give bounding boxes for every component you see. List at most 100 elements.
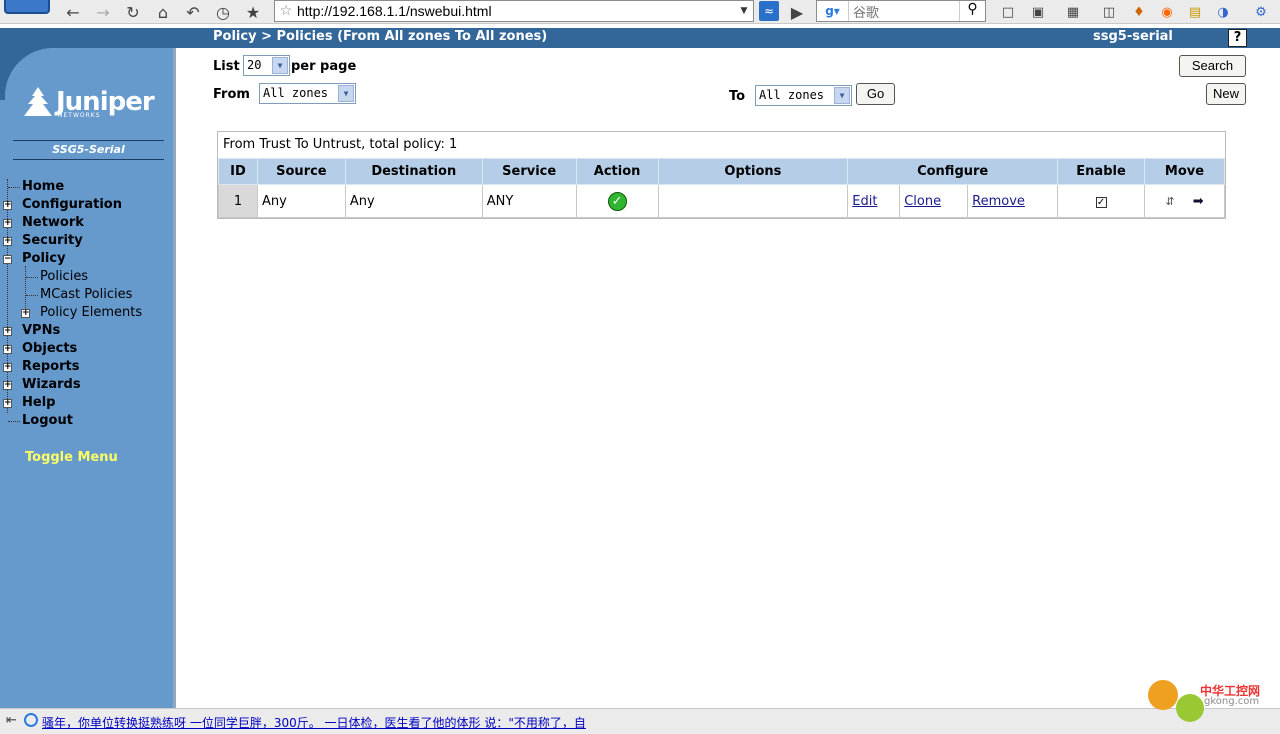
to-zone-value: All zones	[759, 88, 825, 102]
note-icon[interactable]: ▤	[1184, 1, 1206, 23]
remove-cell: Remove	[967, 184, 1059, 218]
menu-configuration[interactable]: Configuration	[22, 196, 122, 214]
menu-policy-elements[interactable]: Policy Elements	[40, 304, 142, 322]
watermark-domain: gkong.com	[1204, 696, 1260, 707]
policy-panel: From Trust To Untrust, total policy: 1 I…	[217, 131, 1226, 219]
chevron-down-icon[interactable]: ▼	[834, 87, 850, 104]
expand-icon[interactable]: +	[3, 201, 12, 210]
history-icon[interactable]: ◷	[212, 1, 234, 23]
gkong-watermark-logo: 中华工控网 gkong.com	[1140, 672, 1276, 732]
menu-logout[interactable]: Logout	[22, 412, 73, 430]
undo-icon[interactable]: ↶	[182, 1, 204, 23]
column-header-action: Action	[575, 158, 659, 185]
column-header-service: Service	[481, 158, 577, 185]
remove-link[interactable]: Remove	[972, 194, 1025, 209]
policy-table: ID Source Destination Service Action Opt…	[218, 158, 1226, 218]
back-icon[interactable]: ←	[62, 1, 84, 23]
divider	[13, 159, 164, 160]
menu-home[interactable]: Home	[22, 178, 64, 196]
expand-icon[interactable]: +	[3, 327, 12, 336]
menu-security[interactable]: Security	[22, 232, 83, 250]
go-arrow-icon[interactable]: ▶	[786, 1, 808, 23]
browser-toolbar: ← → ↻ ⌂ ↶ ◷ ★ ☆ http://192.168.1.1/nsweb…	[0, 0, 1280, 24]
favorite-star-icon[interactable]: ☆	[275, 3, 297, 19]
help-button[interactable]: ?	[1228, 29, 1247, 47]
status-back-icon[interactable]: ⇤	[6, 713, 17, 728]
tool-icon-1[interactable]: □	[997, 1, 1019, 23]
go-button[interactable]: Go	[856, 83, 895, 105]
chevron-down-icon[interactable]: ▼	[272, 57, 288, 74]
settings-icon[interactable]: ⚙	[1250, 1, 1272, 23]
url-text[interactable]: http://192.168.1.1/nswebui.html	[297, 3, 735, 19]
enable-checkbox[interactable]: ✓	[1095, 196, 1107, 208]
from-label: From	[213, 87, 250, 102]
move-arrow-icon[interactable]: ➡	[1193, 194, 1204, 209]
expand-icon[interactable]: +	[3, 363, 12, 372]
search-input[interactable]: 谷歌	[849, 2, 959, 21]
collapse-icon[interactable]: −	[3, 255, 12, 264]
menu-mcast-policies[interactable]: MCast Policies	[40, 286, 132, 304]
menu-help[interactable]: Help	[22, 394, 55, 412]
new-button[interactable]: New	[1206, 83, 1246, 105]
menu-policy[interactable]: Policy	[22, 250, 66, 268]
expand-icon[interactable]: +	[3, 345, 12, 354]
juniper-tree-icon	[24, 87, 52, 116]
to-label: To	[729, 89, 746, 104]
chevron-down-icon[interactable]: ▼	[338, 85, 354, 102]
menu-network[interactable]: Network	[22, 214, 84, 232]
search-button[interactable]: Search	[1179, 55, 1246, 77]
column-header-move: Move	[1143, 158, 1226, 185]
home-icon[interactable]: ⌂	[152, 1, 174, 23]
translate-icon[interactable]: ▦	[1062, 1, 1084, 23]
menu-wizards[interactable]: Wizards	[22, 376, 81, 394]
expand-icon[interactable]: +	[3, 381, 12, 390]
move-swap-icon[interactable]: ⇵	[1165, 195, 1174, 208]
policy-action: ✓	[575, 184, 659, 218]
search-bar[interactable]: g▾ 谷歌 ⚲	[816, 0, 986, 22]
to-zone-select[interactable]: All zones ▼	[755, 85, 852, 106]
expand-icon[interactable]: +	[3, 237, 12, 246]
brand-subtitle: NETWORKS	[58, 112, 101, 119]
device-model: SSG5-Serial	[52, 143, 125, 156]
sidebar: Juniper NETWORKS SSG5-Serial Home + Conf…	[0, 48, 176, 708]
from-zone-select[interactable]: All zones ▼	[259, 83, 356, 104]
screenshot-icon[interactable]: ▣	[1027, 1, 1049, 23]
expand-icon[interactable]: +	[3, 399, 12, 408]
column-header-configure: Configure	[847, 158, 1059, 185]
gear-icon	[1148, 680, 1178, 710]
forward-icon[interactable]: →	[92, 1, 114, 23]
juniper-logo: Juniper NETWORKS	[20, 86, 155, 119]
edit-link[interactable]: Edit	[852, 194, 877, 209]
policy-source: Any	[256, 184, 346, 218]
sidebar-toggle-icon[interactable]: ◑	[1212, 1, 1234, 23]
list-count-select[interactable]: 20 ▼	[243, 55, 290, 76]
menu-policies[interactable]: Policies	[40, 268, 88, 286]
enable-cell: ✓	[1057, 184, 1145, 218]
clone-link[interactable]: Clone	[904, 194, 941, 209]
tag-icon[interactable]: ♦	[1128, 1, 1150, 23]
zoom-icon[interactable]: ◫	[1098, 1, 1120, 23]
policy-destination: Any	[344, 184, 483, 218]
device-name: ssg5-serial	[1093, 29, 1173, 44]
menu-objects[interactable]: Objects	[22, 340, 77, 358]
rss-icon[interactable]: ◉	[1156, 1, 1178, 23]
column-header-id: ID	[218, 158, 258, 185]
status-message-link[interactable]: 骚年，你单位转换挺熟练呀 一位同学巨胖，300斤。 一日体检，医生看了他的体形 …	[42, 714, 586, 731]
feed-icon[interactable]: ≈	[759, 1, 779, 21]
table-header-row: ID Source Destination Service Action Opt…	[218, 158, 1226, 185]
expand-icon[interactable]: +	[21, 309, 30, 318]
search-engine-icon[interactable]: g▾	[817, 1, 849, 21]
column-header-destination: Destination	[344, 158, 483, 185]
url-dropdown-icon[interactable]: ▼	[735, 6, 753, 16]
reload-icon[interactable]: ↻	[122, 1, 144, 23]
bookmark-star-icon[interactable]: ★	[242, 1, 264, 23]
search-icon[interactable]: ⚲	[959, 1, 985, 21]
browser-logo-icon[interactable]	[4, 0, 50, 14]
toggle-menu-link[interactable]: Toggle Menu	[25, 450, 118, 465]
menu-reports[interactable]: Reports	[22, 358, 79, 376]
policy-id: 1	[218, 184, 258, 218]
expand-icon[interactable]: +	[3, 219, 12, 228]
address-bar[interactable]: ☆ http://192.168.1.1/nswebui.html ▼	[274, 0, 754, 22]
menu-vpns[interactable]: VPNs	[22, 322, 60, 340]
tree-line	[26, 295, 38, 296]
